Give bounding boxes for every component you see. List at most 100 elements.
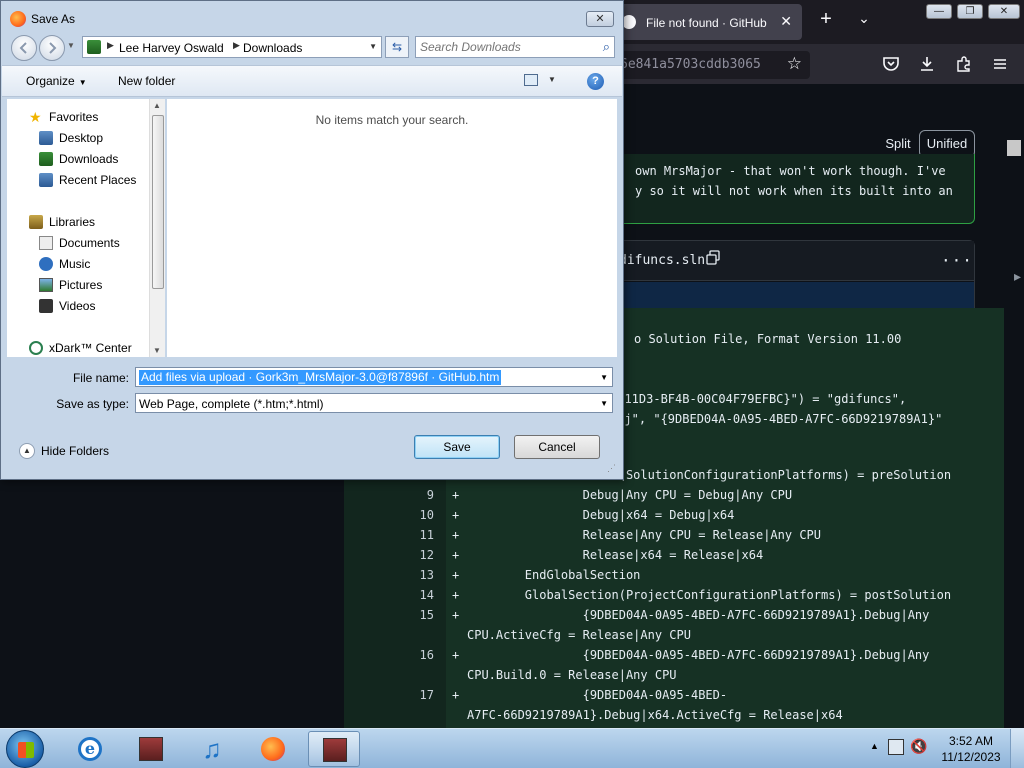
chevron-down-icon: ▼ (78, 78, 87, 87)
line-number[interactable]: 11 (404, 528, 434, 542)
page-scrollbar[interactable] (1004, 84, 1024, 728)
change-view-icon[interactable] (524, 74, 538, 86)
dialog-title: Save As (31, 12, 76, 26)
address-dropdown-icon[interactable]: ▼ (369, 42, 377, 51)
dialog-close-button[interactable]: ✕ (586, 11, 614, 27)
resize-grip-icon[interactable]: ⋰ (607, 463, 616, 474)
diff-add-sign: + (452, 568, 460, 582)
clock[interactable]: 3:52 AM 11/12/2023 (938, 733, 1004, 765)
line-number[interactable]: 17 (404, 688, 434, 702)
cancel-button[interactable]: Cancel (514, 435, 600, 459)
clock-time: 3:52 AM (948, 734, 994, 748)
line-number[interactable]: 14 (404, 588, 434, 602)
breadcrumb-item-user[interactable]: Lee Harvey Oswald (119, 41, 224, 55)
forward-button[interactable] (39, 35, 65, 61)
taskbar-internet-explorer[interactable]: e (64, 731, 116, 767)
taskbar-winrar[interactable] (125, 731, 177, 767)
line-number[interactable]: 15 (404, 608, 434, 622)
scrollbar-thumb[interactable] (152, 115, 164, 289)
organize-menu[interactable]: Organize ▼ (26, 74, 87, 88)
window-close-button[interactable]: ✕ (988, 4, 1020, 19)
nav-item-label: Documents (59, 236, 120, 250)
show-desktop-button[interactable] (1010, 729, 1024, 768)
search-icon[interactable]: ⌕ (603, 39, 610, 55)
close-tab-icon[interactable]: ✕ (780, 13, 792, 30)
new-tab-button[interactable]: + (814, 8, 838, 36)
copy-icon[interactable] (705, 250, 723, 268)
bookmark-star-icon[interactable]: ☆ (787, 54, 802, 74)
downloads-folder-icon (39, 152, 53, 166)
diff-add-sign: + (452, 588, 460, 602)
breadcrumb[interactable]: ▶ Lee Harvey Oswald ▶ Downloads ▼ (82, 36, 382, 58)
refresh-button[interactable]: ⇆ (385, 36, 409, 58)
diff-line: 17 + {9DBED04A-0A95-4BED- (344, 688, 1004, 708)
line-number[interactable]: 13 (404, 568, 434, 582)
back-button[interactable] (11, 35, 37, 61)
diff-line: 13 + EndGlobalSection (344, 568, 1004, 588)
nav-item-label: Music (59, 257, 91, 271)
volume-muted-icon[interactable]: 🔇 (910, 738, 927, 755)
line-number[interactable]: 16 (404, 648, 434, 662)
taskbar-firefox[interactable] (247, 731, 299, 767)
chevron-up-icon: ▲ (19, 443, 35, 459)
search-input[interactable] (420, 39, 590, 55)
documents-icon (39, 236, 53, 250)
windows-logo-icon (18, 742, 34, 758)
download-icon[interactable] (917, 55, 937, 75)
breadcrumb-arrow-icon[interactable]: ▶ (233, 40, 240, 51)
save-as-type-label: Save as type: (56, 397, 129, 411)
taskbar-itunes[interactable]: ♫ (186, 731, 238, 767)
chevron-down-icon[interactable]: ▼ (600, 373, 608, 382)
empty-results-message: No items match your search. (315, 113, 469, 127)
url-bar[interactable]: 6e841a5703cddb3065 ☆ (600, 51, 810, 79)
save-as-type-value: Web Page, complete (*.htm;*.html) (139, 397, 324, 411)
line-number[interactable]: 12 (404, 548, 434, 562)
breadcrumb-item-downloads[interactable]: Downloads (243, 41, 302, 55)
chevron-down-icon[interactable]: ▼ (600, 399, 608, 408)
window-minimize-button[interactable]: — (926, 4, 952, 19)
save-as-type-select[interactable]: Web Page, complete (*.htm;*.html) ▼ (135, 393, 613, 413)
file-name-input[interactable]: Add files via upload · Gork3m_MrsMajor-3… (135, 367, 613, 387)
window-maximize-button[interactable]: ❐ (957, 4, 983, 19)
file-name-value[interactable]: Add files via upload · Gork3m_MrsMajor-3… (139, 370, 502, 385)
breadcrumb-arrow-icon[interactable]: ▶ (107, 40, 114, 51)
diff-line: 9 + Debug|Any CPU = Debug|Any CPU (344, 488, 1004, 508)
line-number[interactable]: 10 (404, 508, 434, 522)
file-list: No items match your search. (167, 99, 617, 357)
start-button[interactable] (6, 730, 44, 768)
diff-line: 16 + {9DBED04A-0A95-4BED-A7FC-66D9219789A… (344, 648, 1004, 668)
new-folder-button[interactable]: New folder (118, 74, 175, 88)
xdark-icon (29, 341, 43, 355)
show-hidden-icons-icon[interactable]: ▲ (870, 741, 879, 751)
diff-add-sign: + (452, 688, 460, 702)
recent-locations-chevron-icon[interactable]: ▼ (67, 41, 75, 50)
star-icon: ★ (29, 109, 42, 125)
browser-tab[interactable]: File not found · GitHub ✕ (612, 4, 802, 40)
view-options-chevron-icon[interactable]: ▼ (548, 75, 556, 84)
comment-line: y so it will not work when its built int… (635, 184, 953, 198)
navigation-pane: ★ Favorites Desktop Downloads Recent Pla… (7, 99, 165, 357)
nav-item-label: Pictures (59, 278, 103, 292)
save-as-dialog: Save As ✕ ▼ ▶ Lee Harvey Oswald ▶ Downlo… (0, 0, 624, 480)
line-number[interactable]: 9 (404, 488, 434, 502)
close-icon: ✕ (999, 6, 1009, 17)
scroll-down-icon[interactable]: ▼ (153, 346, 161, 355)
diff-code: Release|Any CPU = Release|Any CPU (467, 528, 822, 542)
taskbar-winrar-active[interactable] (308, 731, 360, 767)
scroll-up-icon[interactable]: ▲ (153, 101, 161, 110)
dialog-title-bar[interactable]: Save As ✕ (1, 1, 623, 31)
network-icon[interactable] (888, 739, 904, 755)
more-options-icon[interactable]: ··· (941, 251, 973, 270)
list-all-tabs-button[interactable]: ⌄ (852, 10, 876, 34)
scrollbar-thumb[interactable] (1007, 140, 1021, 156)
github-icon (622, 15, 636, 29)
save-button[interactable]: Save (414, 435, 500, 459)
hide-folders-label: Hide Folders (41, 444, 110, 458)
diff-file-name[interactable]: difuncs.sln (619, 253, 705, 268)
menu-icon[interactable] (990, 55, 1010, 75)
pocket-icon[interactable] (881, 55, 901, 75)
help-icon[interactable]: ? (587, 73, 604, 90)
extensions-icon[interactable] (954, 55, 974, 75)
search-box[interactable]: ⌕ (415, 36, 615, 58)
navigation-scrollbar[interactable]: ▲ ▼ (149, 99, 165, 357)
